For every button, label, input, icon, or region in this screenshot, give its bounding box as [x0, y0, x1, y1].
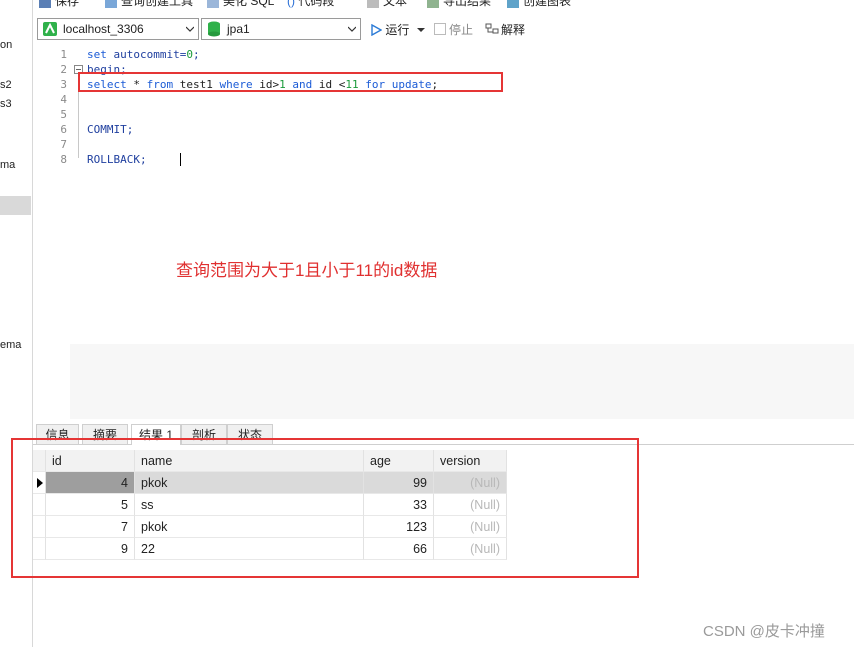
line-number: 6	[60, 123, 67, 136]
create-chart-button[interactable]: 创建图表	[507, 0, 571, 9]
line-number-gutter: 1 2 3 4 5 6 7 8	[33, 44, 70, 419]
annotation-text: 查询范围为大于1且小于11的id数据	[176, 261, 438, 280]
chevron-down-icon	[348, 26, 356, 32]
database-name: jpa1	[227, 22, 250, 36]
beautify-icon	[207, 0, 219, 8]
annotation-box-result	[11, 438, 639, 578]
connection-icon	[43, 22, 57, 36]
play-icon	[371, 23, 383, 37]
run-button[interactable]: 运行	[370, 21, 425, 38]
chevron-down-icon	[416, 28, 425, 32]
save-icon	[39, 0, 51, 8]
stop-icon	[434, 23, 446, 35]
tree-item-selected[interactable]	[0, 196, 31, 215]
chart-icon	[507, 0, 519, 8]
chevron-down-icon	[186, 26, 194, 32]
line-number: 1	[60, 48, 67, 61]
line-number: 3	[60, 78, 67, 91]
connection-select[interactable]: localhost_3306	[37, 18, 199, 40]
database-select[interactable]: jpa1	[201, 18, 361, 40]
tree-item-label[interactable]: ema	[0, 339, 21, 351]
line-number: 7	[60, 138, 67, 151]
text-icon	[367, 0, 379, 8]
editor-margin	[70, 344, 854, 419]
connection-name: localhost_3306	[63, 22, 144, 36]
line-number: 8	[60, 153, 67, 166]
query-builder-button[interactable]: 查询创建工具	[105, 0, 193, 9]
connection-toolbar: localhost_3306 jpa1 运行 停止 解释	[33, 14, 854, 45]
line-number: 4	[60, 93, 67, 106]
annotation-box-sql	[78, 72, 503, 92]
database-icon	[208, 21, 220, 37]
snippet-button[interactable]: () 代码段	[287, 0, 334, 9]
query-builder-icon	[105, 0, 117, 8]
explain-icon	[485, 23, 499, 34]
code-line-6: COMMIT;	[87, 123, 134, 136]
code-line-1: set autocommit=0;	[87, 48, 200, 61]
sql-editor[interactable]: 1 2 3 4 5 6 7 8 set autocommit=0; begin;…	[33, 44, 854, 419]
export-icon	[427, 0, 439, 8]
save-button[interactable]: 保存	[39, 0, 79, 9]
watermark: CSDN @皮卡冲撞	[703, 623, 825, 640]
query-toolbar: 保存 查询创建工具 美化 SQL () 代码段 文本 导出结果 创建图表	[33, 0, 854, 9]
export-result-button[interactable]: 导出结果	[427, 0, 491, 9]
text-caret	[180, 153, 181, 166]
explain-button[interactable]: 解释	[485, 21, 525, 38]
tree-item-label[interactable]: s2	[0, 79, 12, 91]
code-line-8: ROLLBACK;	[87, 153, 147, 166]
line-number: 2	[60, 63, 67, 76]
stop-button[interactable]: 停止	[434, 21, 473, 38]
line-number: 5	[60, 108, 67, 121]
snippet-icon: ()	[287, 0, 295, 8]
beautify-sql-button[interactable]: 美化 SQL	[207, 0, 274, 9]
tree-item-label[interactable]: ma	[0, 159, 15, 171]
text-button[interactable]: 文本	[367, 0, 407, 9]
tree-item-label[interactable]: s3	[0, 98, 12, 110]
tree-item-label[interactable]: on	[0, 39, 12, 51]
